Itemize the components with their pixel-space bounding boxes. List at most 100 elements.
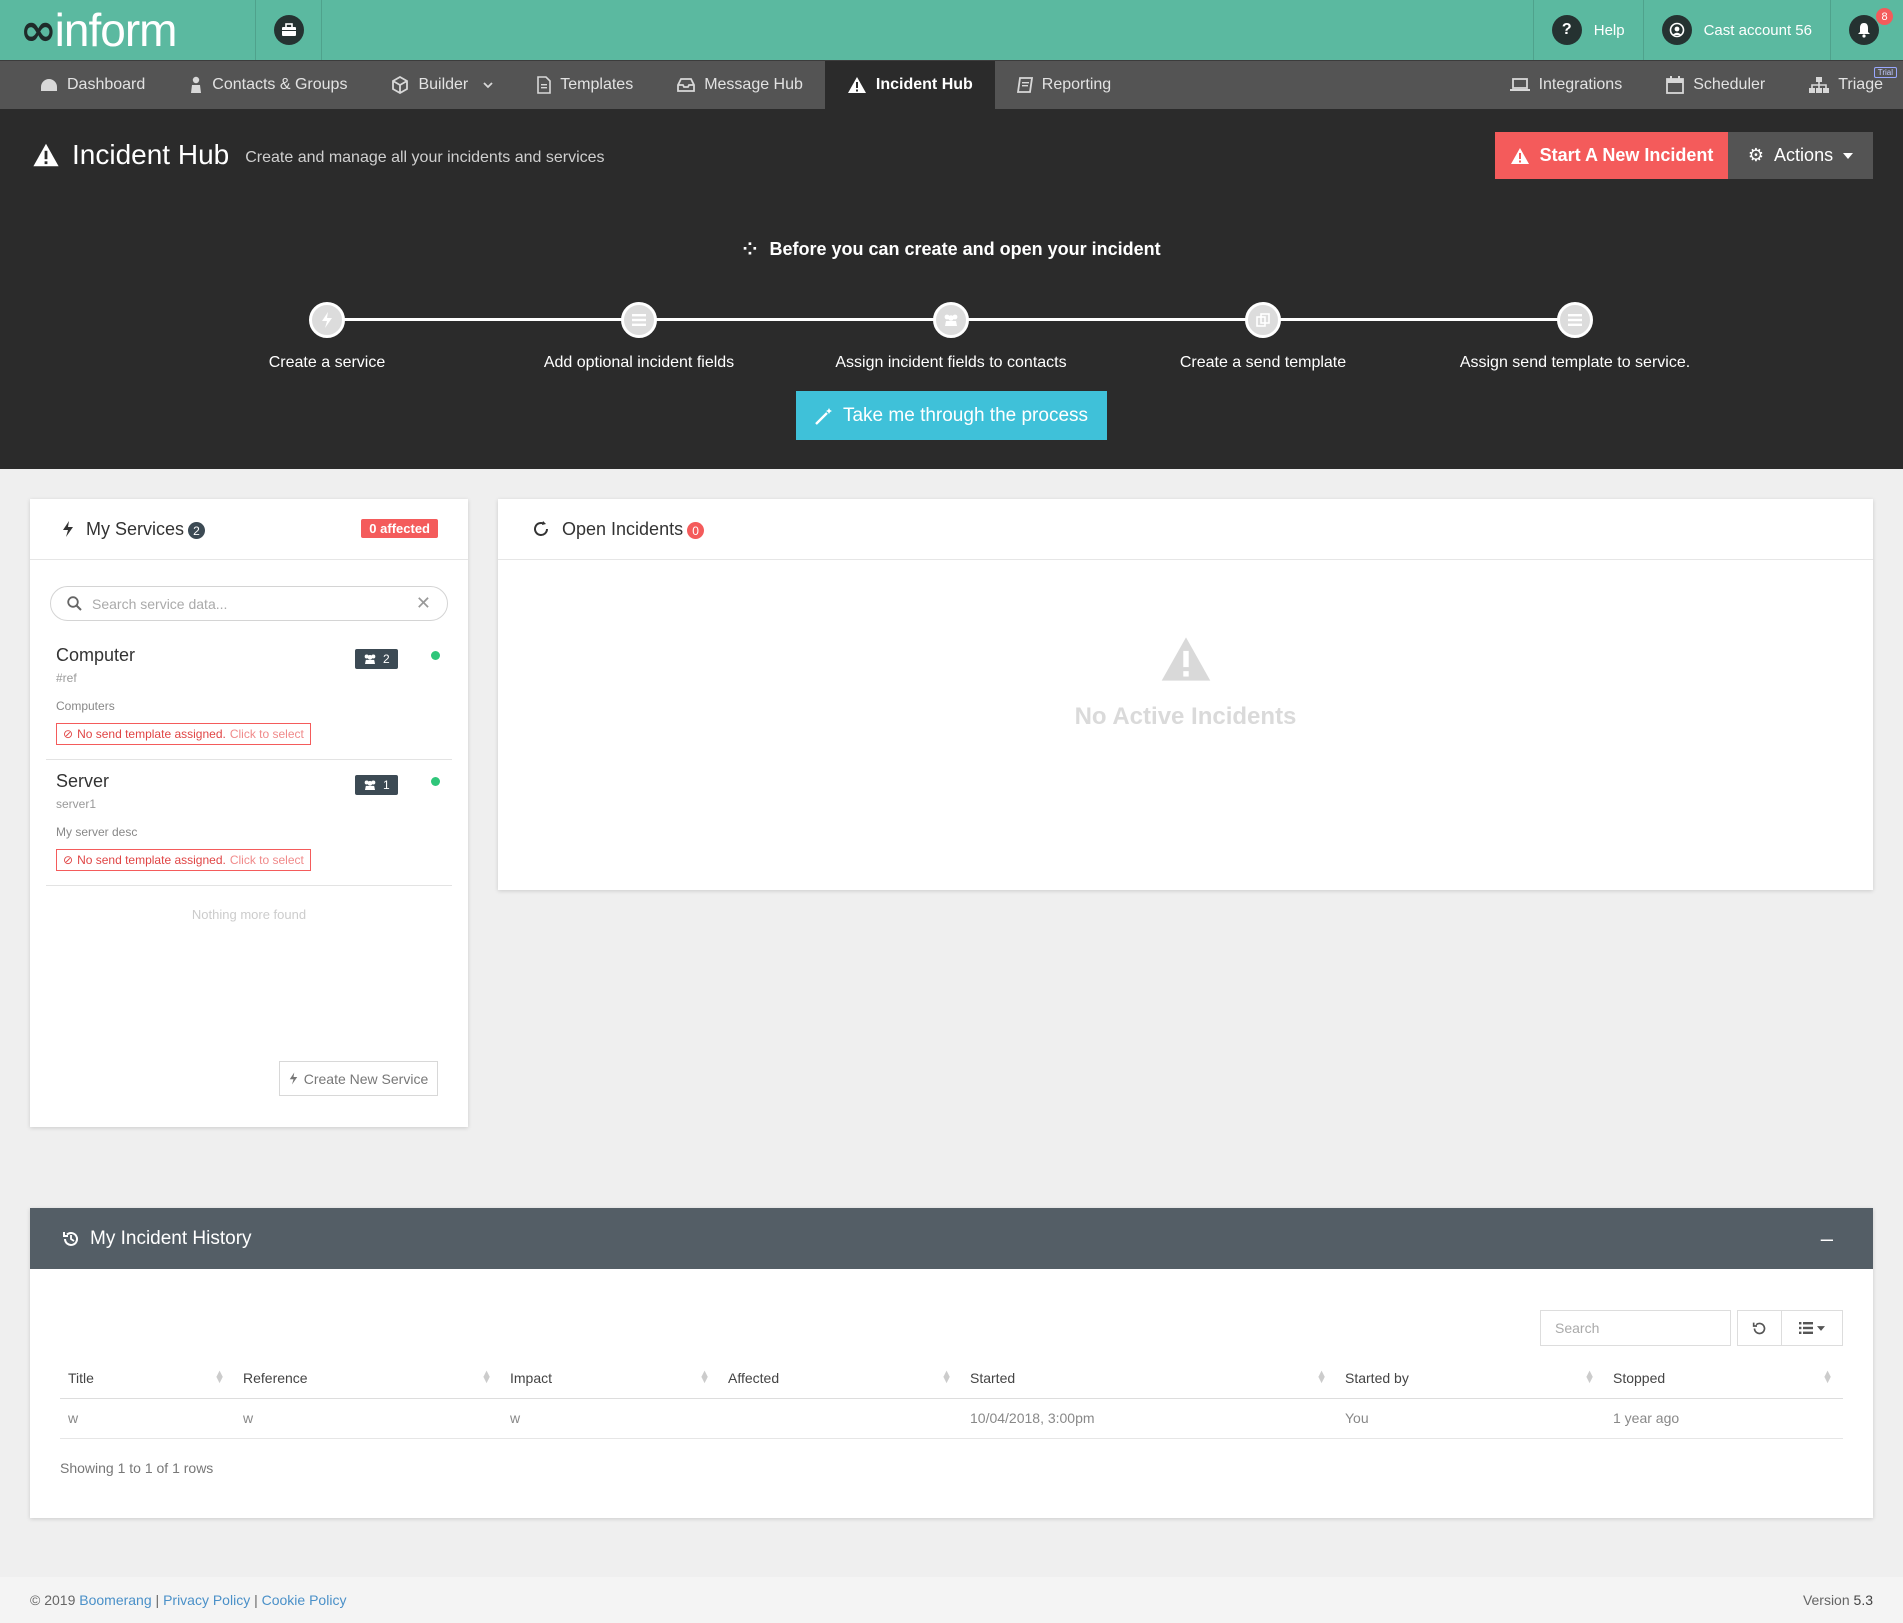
- copyright: © 2019: [30, 1592, 76, 1608]
- column-header-impact[interactable]: Impact ▲ ▼: [502, 1358, 720, 1399]
- minimize-button[interactable]: –: [1821, 1226, 1833, 1252]
- app-logo[interactable]: ∞ inform: [0, 0, 256, 60]
- spinner-icon: ⁘: [742, 239, 758, 259]
- sort-icon: ▲ ▼: [481, 1368, 492, 1386]
- main-nav: Dashboard Contacts & Groups Builder Temp…: [0, 60, 1903, 109]
- footer-link-privacy[interactable]: Privacy Policy: [163, 1592, 250, 1608]
- column-header-started-by[interactable]: Started by ▲ ▼: [1337, 1358, 1605, 1399]
- top-bar: ∞ inform ? Help Cast account 56 8: [0, 0, 1903, 60]
- column-header-stopped[interactable]: Stopped ▲ ▼: [1605, 1358, 1843, 1399]
- footer-link-boomerang[interactable]: Boomerang: [79, 1592, 151, 1608]
- page-title-text: Incident Hub: [72, 139, 230, 170]
- service-ref: server1: [56, 797, 97, 811]
- step-assign-template[interactable]: Assign send template to service.: [1425, 302, 1725, 372]
- service-item[interactable]: Computer #ref Computers ⊘ No send templa…: [46, 635, 452, 760]
- nav-item-dashboard[interactable]: Dashboard: [0, 61, 167, 109]
- nav-item-label: Dashboard: [67, 76, 146, 93]
- step-assign-fields[interactable]: Assign incident fields to contacts: [801, 302, 1101, 372]
- warning-icon: [847, 77, 866, 93]
- column-header-reference[interactable]: Reference ▲ ▼: [235, 1358, 502, 1399]
- table-header-row: Title ▲ ▼ Reference ▲ ▼ Impact ▲ ▼ Affected ▲ ▼ …: [60, 1358, 1843, 1399]
- columns-toggle-button[interactable]: [1781, 1310, 1843, 1346]
- nav-item-integrations[interactable]: Integrations: [1488, 61, 1645, 109]
- sort-icon: ▲ ▼: [1316, 1368, 1327, 1386]
- column-header-title[interactable]: Title ▲ ▼: [60, 1358, 235, 1399]
- pagination-info: Showing 1 to 1 of 1 rows: [60, 1460, 214, 1476]
- footer-link-cookie[interactable]: Cookie Policy: [262, 1592, 347, 1608]
- nav-item-message-hub[interactable]: Message Hub: [655, 61, 825, 109]
- warning-icon: [33, 143, 59, 167]
- sort-icon: ▲ ▼: [699, 1368, 710, 1386]
- nav-item-templates[interactable]: Templates: [515, 61, 655, 109]
- nav-item-label: Message Hub: [704, 76, 803, 93]
- warning-icon: [1161, 637, 1210, 681]
- nav-item-builder[interactable]: Builder: [369, 61, 515, 109]
- search-placeholder: Search service data...: [92, 595, 228, 612]
- inbox-icon: [677, 78, 696, 92]
- step-create-template[interactable]: Create a send template: [1113, 302, 1413, 372]
- table-row[interactable]: w w w 10/04/2018, 3:00pm You 1 year ago: [60, 1398, 1843, 1439]
- step-create-service[interactable]: Create a service: [177, 302, 477, 372]
- briefcase-button[interactable]: [256, 0, 322, 60]
- nav-item-label: Contacts & Groups: [212, 76, 348, 93]
- infinity-icon: ∞: [20, 4, 57, 56]
- no-template-warning[interactable]: ⊘ No send template assigned. Click to se…: [56, 723, 311, 745]
- chevron-down-icon: [483, 82, 493, 89]
- no-template-warning[interactable]: ⊘ No send template assigned. Click to se…: [56, 849, 311, 871]
- no-active-incidents-text: No Active Incidents: [1074, 703, 1297, 730]
- take-me-through-button[interactable]: Take me through the process: [796, 391, 1107, 440]
- service-ref: #ref: [56, 671, 77, 685]
- history-icon: [63, 1231, 78, 1246]
- refresh-icon: [1752, 1322, 1766, 1334]
- nav-item-incident-hub[interactable]: Incident Hub: [824, 61, 995, 109]
- history-refresh-button[interactable]: [1737, 1310, 1782, 1346]
- take-me-through-label: Take me through the process: [842, 404, 1089, 426]
- service-description: My server desc: [56, 825, 138, 839]
- refresh-icon[interactable]: [532, 520, 550, 538]
- cell-started-by: You: [1337, 1398, 1605, 1439]
- column-header-affected[interactable]: Affected ▲ ▼: [720, 1358, 962, 1399]
- cell-impact: w: [502, 1398, 720, 1439]
- question-icon: ?: [1551, 15, 1582, 45]
- cell-title: w: [60, 1398, 235, 1439]
- create-new-service-button[interactable]: Create New Service: [279, 1061, 438, 1096]
- footer: © 2019 Boomerang | Privacy Policy | Cook…: [0, 1577, 1903, 1623]
- clear-icon[interactable]: ✕: [416, 593, 431, 614]
- nav-item-label: Scheduler: [1693, 76, 1766, 93]
- nav-item-scheduler[interactable]: Scheduler: [1644, 61, 1787, 109]
- account-menu[interactable]: Cast account 56: [1642, 0, 1830, 60]
- bolt-icon: [63, 521, 73, 537]
- status-dot: [431, 651, 440, 660]
- users-icon: [364, 654, 376, 664]
- column-header-started[interactable]: Started ▲ ▼: [962, 1358, 1337, 1399]
- page-subtitle: Create and manage all your incidents and…: [245, 149, 605, 166]
- nav-item-reporting[interactable]: Reporting: [995, 61, 1133, 109]
- version-number: 5.3: [1853, 1592, 1873, 1608]
- sort-icon: ▲ ▼: [1822, 1368, 1833, 1386]
- status-dot: [431, 777, 440, 786]
- help-button[interactable]: ? Help: [1532, 0, 1643, 60]
- notifications-button[interactable]: 8: [1830, 0, 1903, 60]
- group-count-badge: 1: [355, 775, 398, 795]
- history-search-input[interactable]: Search: [1540, 1310, 1731, 1346]
- user-circle-icon: [1661, 15, 1692, 45]
- nav-item-contacts[interactable]: Contacts & Groups: [167, 61, 369, 109]
- service-item[interactable]: Server server1 My server desc ⊘ No send …: [46, 761, 452, 886]
- ban-icon: ⊘: [63, 853, 74, 867]
- actions-dropdown[interactable]: ⚙ Actions: [1728, 132, 1873, 179]
- nav-item-label: Incident Hub: [875, 76, 973, 93]
- actions-label: Actions: [1774, 145, 1834, 165]
- step-add-incident-fields[interactable]: Add optional incident fields: [489, 302, 789, 372]
- nav-item-label: Reporting: [1041, 76, 1112, 93]
- service-name: Server: [56, 771, 110, 791]
- steps-title: ⁘ Before you can create and open your inc…: [742, 239, 1161, 259]
- service-search-input[interactable]: Search service data... ✕: [50, 586, 448, 621]
- users-icon: [364, 780, 376, 790]
- step-label: Add optional incident fields: [543, 354, 735, 371]
- cell-reference: w: [235, 1398, 502, 1439]
- open-incidents-panel: Open Incidents 0 No Active Incidents: [498, 499, 1873, 890]
- nav-item-triage[interactable]: Triage Trial: [1787, 61, 1903, 109]
- laptop-icon: [1509, 78, 1530, 91]
- start-new-incident-button[interactable]: Start A New Incident: [1495, 132, 1728, 179]
- help-label: Help: [1593, 21, 1625, 39]
